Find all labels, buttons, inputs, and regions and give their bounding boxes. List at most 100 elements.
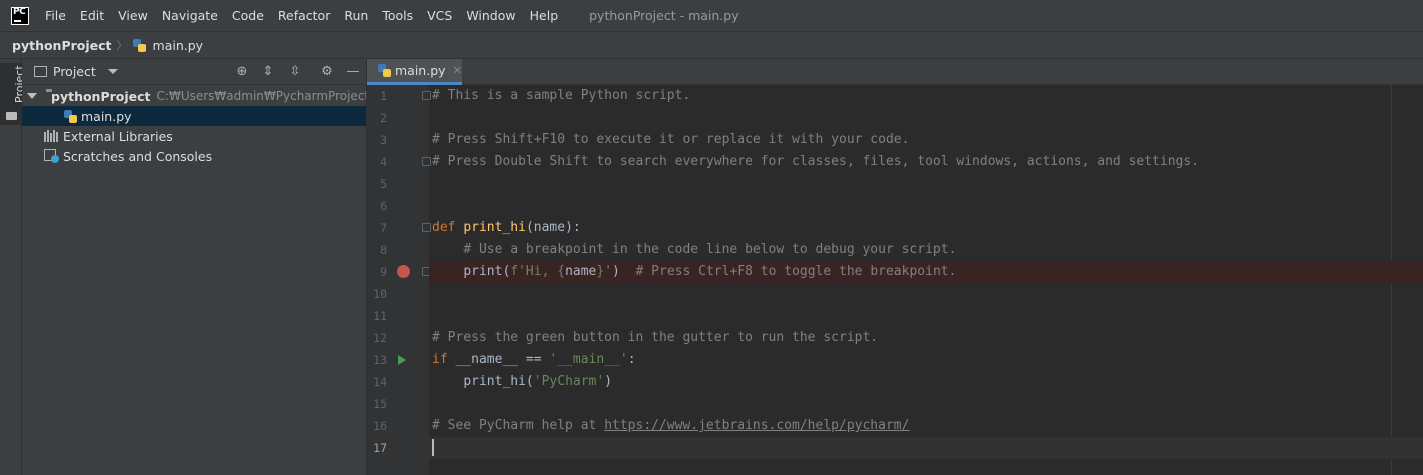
code-string: }' [596,264,613,279]
chevron-down-icon[interactable] [107,69,118,74]
line-number: 16 [373,419,387,433]
library-icon [44,130,59,142]
code-string: f'Hi, { [510,264,566,279]
tree-item-label: pythonProject [51,88,151,104]
menu-code[interactable]: Code [225,8,271,23]
project-panel-title[interactable]: Project [53,64,96,79]
project-view-icon [34,66,47,77]
code-line: # Press Double Shift to search everywher… [429,151,1423,173]
breakpoint-icon[interactable] [397,265,410,278]
code-text: print( [463,264,511,279]
menu-vcs[interactable]: VCS [420,8,459,23]
code-comment: # Press Ctrl+F8 to toggle the breakpoint… [635,264,957,279]
code-string: 'PyCharm' [533,374,605,389]
line-number: 15 [373,397,387,411]
breadcrumb: pythonProject 〉 main.py [0,31,1423,59]
close-icon[interactable]: ✕ [453,64,462,77]
tree-item-path: C:₩Users₩admin₩PycharmProjects₩pyth [156,89,366,103]
menu-run[interactable]: Run [337,8,375,23]
code-line: def print_hi(name): [429,217,1423,239]
line-number: 5 [380,177,387,191]
code-text: : [627,352,636,367]
expand-all-icon[interactable]: ⇕ [260,64,276,80]
line-number: 4 [380,155,387,169]
breadcrumb-separator-icon: 〉 [116,39,128,52]
menu-edit[interactable]: Edit [73,8,111,23]
code-line: if __name__ == '__main__': [429,349,1423,371]
code-text: name [565,264,597,279]
locate-icon[interactable]: ⊕ [234,64,250,80]
code-text: (name): [525,220,581,235]
code-comment: # This is a sample Python script. [432,88,691,103]
text-caret [432,439,434,456]
run-icon[interactable] [398,355,406,365]
line-number: 2 [380,111,387,125]
tree-item-external-libraries[interactable]: External Libraries [22,126,366,146]
folder-icon [6,112,17,120]
line-number: 10 [373,287,387,301]
menubar: PC File Edit View Navigate Code Refactor… [0,0,1423,31]
line-number: 14 [373,375,387,389]
tab-label: main.py [395,63,446,78]
window-title: pythonProject - main.py [589,8,739,23]
editor-tab-bar: main.py ✕ [367,59,1423,85]
menu-tools[interactable]: Tools [375,8,420,23]
breadcrumb-project[interactable]: pythonProject [12,38,112,53]
line-number: 1 [380,89,387,103]
code-text: ) [612,264,620,279]
project-panel: Project ⊕ ⇕ ⇳ ⚙ — pythonProject C:₩Users… [22,59,367,475]
menu-file[interactable]: File [38,8,73,23]
menu-navigate[interactable]: Navigate [155,8,225,23]
code-text: print_hi( [463,374,534,389]
chevron-down-icon[interactable] [27,93,37,99]
breadcrumb-file[interactable]: main.py [153,38,204,53]
code-line: # Use a breakpoint in the code line belo… [429,239,1423,261]
pycharm-logo-icon: PC [11,6,29,25]
gear-icon[interactable]: ⚙ [319,64,335,80]
code-link[interactable]: https://www.jetbrains.com/help/pycharm/ [604,418,909,433]
code-line: # See PyCharm help at https://www.jetbra… [429,415,1423,437]
code-comment: # Press Shift+F10 to execute it or repla… [432,132,910,147]
tool-window-project-tab[interactable]: Project [0,63,26,125]
code-function-name: print_hi [463,220,526,235]
tree-item-project-root[interactable]: pythonProject C:₩Users₩admin₩PycharmProj… [22,86,366,106]
menu-window[interactable]: Window [459,8,522,23]
code-editor[interactable]: 1 2 3 4 5 6 7 8 9 10 11 12 13 14 15 16 1… [367,85,1423,475]
tree-item-label: main.py [81,108,132,124]
tab-main-py[interactable]: main.py ✕ [367,59,462,85]
code-line: # Press Shift+F10 to execute it or repla… [429,129,1423,151]
minimize-icon[interactable]: — [345,64,361,80]
code-line: # This is a sample Python script. [429,85,1423,107]
code-comment: # Press Double Shift to search everywher… [432,154,1200,169]
line-number: 11 [373,309,387,323]
tree-item-label: Scratches and Consoles [63,148,213,164]
code-comment: # Press the green button in the gutter t… [432,330,879,345]
code-comment: # See PyCharm help at [432,418,605,433]
code-line-breakpoint: print(f'Hi, {name}') # Press Ctrl+F8 to … [429,261,1423,283]
code-keyword: def [432,220,456,235]
line-number: 3 [380,133,387,147]
line-number-current: 17 [373,441,387,455]
python-file-icon [132,38,146,52]
tree-item-scratches[interactable]: Scratches and Consoles [22,146,366,166]
project-panel-header: Project ⊕ ⇕ ⇳ ⚙ — [22,59,366,85]
tool-window-strip: Project [0,59,26,475]
python-file-icon [378,64,391,77]
line-number: 12 [373,331,387,345]
code-text: __name__ == [447,352,550,367]
line-number: 9 [380,265,387,279]
code-comment: # Use a breakpoint in the code line belo… [463,242,957,257]
code-keyword: if [432,352,448,367]
collapse-all-icon[interactable]: ⇳ [287,64,303,80]
code-text: ) [604,374,613,389]
tree-item-main-py[interactable]: main.py [22,106,366,126]
editor-gutter[interactable]: 1 2 3 4 5 6 7 8 9 10 11 12 13 14 15 16 1… [367,85,431,475]
menu-help[interactable]: Help [523,8,566,23]
menu-refactor[interactable]: Refactor [271,8,337,23]
line-number: 8 [380,243,387,257]
code-area[interactable]: # This is a sample Python script. # Pres… [429,85,1423,475]
code-line: print_hi('PyCharm') [429,371,1423,393]
line-number: 6 [380,199,387,213]
menu-view[interactable]: View [111,8,155,23]
code-line-current [429,437,1423,459]
